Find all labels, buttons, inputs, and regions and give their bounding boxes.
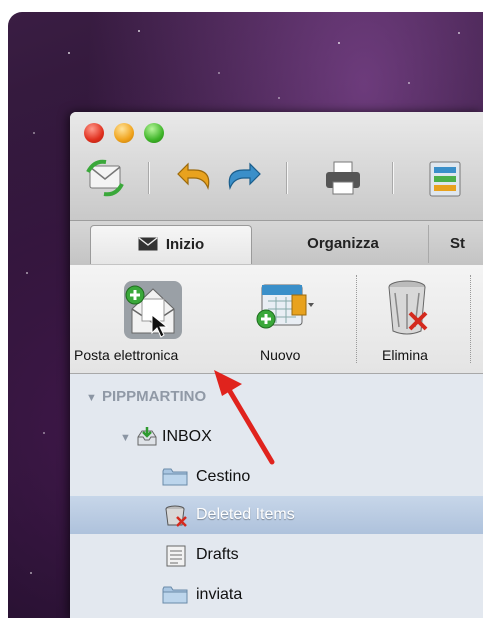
inbox-icon	[137, 427, 157, 446]
new-items-label: Nuovo	[260, 347, 301, 363]
redo-icon[interactable]	[220, 158, 262, 198]
new-items-button[interactable]	[252, 275, 316, 337]
folder-row-cestino[interactable]: Cestino	[70, 458, 483, 496]
delete-label: Elimina	[382, 347, 428, 363]
ribbon-tabs: Inizio Organizza St	[70, 220, 483, 266]
folder-row-drafts[interactable]: Drafts	[70, 536, 483, 574]
delete-button[interactable]	[382, 275, 432, 337]
zoom-window-button[interactable]	[144, 123, 164, 143]
tab-st[interactable]: St	[450, 225, 483, 263]
tab-inizio[interactable]: Inizio	[90, 225, 252, 264]
folder-icon	[162, 586, 188, 604]
tab-organizza-label: Organizza	[307, 235, 379, 252]
send-receive-icon[interactable]	[84, 158, 126, 198]
minimize-window-button[interactable]	[114, 123, 134, 143]
close-window-button[interactable]	[84, 123, 104, 143]
folder-row-inviata[interactable]: inviata	[70, 576, 483, 614]
outlook-window: Inizio Organizza St Posta elettronica Nu…	[70, 112, 483, 618]
folder-label: inviata	[196, 586, 243, 603]
inbox-row[interactable]: ▼ INBOX	[70, 418, 483, 456]
collapse-triangle-icon[interactable]: ▼	[86, 379, 97, 417]
tab-inizio-label: Inizio	[165, 236, 205, 253]
envelope-icon	[138, 236, 158, 251]
print-icon[interactable]	[322, 158, 364, 198]
new-email-icon	[124, 281, 182, 339]
ribbon-home: Posta elettronica Nuovo Elimina	[70, 265, 483, 374]
new-email-button[interactable]	[118, 275, 188, 345]
folder-label: Drafts	[196, 546, 239, 563]
tab-organizza[interactable]: Organizza	[258, 225, 429, 263]
title-bar	[70, 112, 483, 220]
account-label: PIPPMARTINO	[102, 388, 207, 405]
folder-icon	[162, 468, 188, 486]
folder-label: Deleted Items	[196, 506, 295, 523]
new-items-icon	[256, 284, 314, 329]
trash-folder-icon	[165, 505, 187, 527]
folder-label: Cestino	[196, 468, 251, 485]
undo-icon[interactable]	[176, 158, 218, 198]
inbox-label: INBOX	[162, 428, 212, 445]
tab-st-label: St	[450, 235, 465, 252]
account-row[interactable]: ▼ PIPPMARTINO	[70, 378, 483, 416]
folder-pane: ▼ PIPPMARTINO ▼ INBOX Cestino Deleted It…	[70, 374, 483, 618]
view-icon[interactable]	[424, 158, 466, 198]
drafts-icon	[166, 545, 186, 567]
delete-trash-icon	[388, 280, 428, 335]
folder-row-deleted-items[interactable]: Deleted Items	[70, 496, 483, 534]
collapse-triangle-icon[interactable]: ▼	[120, 419, 131, 457]
new-email-label: Posta elettronica	[74, 347, 179, 363]
